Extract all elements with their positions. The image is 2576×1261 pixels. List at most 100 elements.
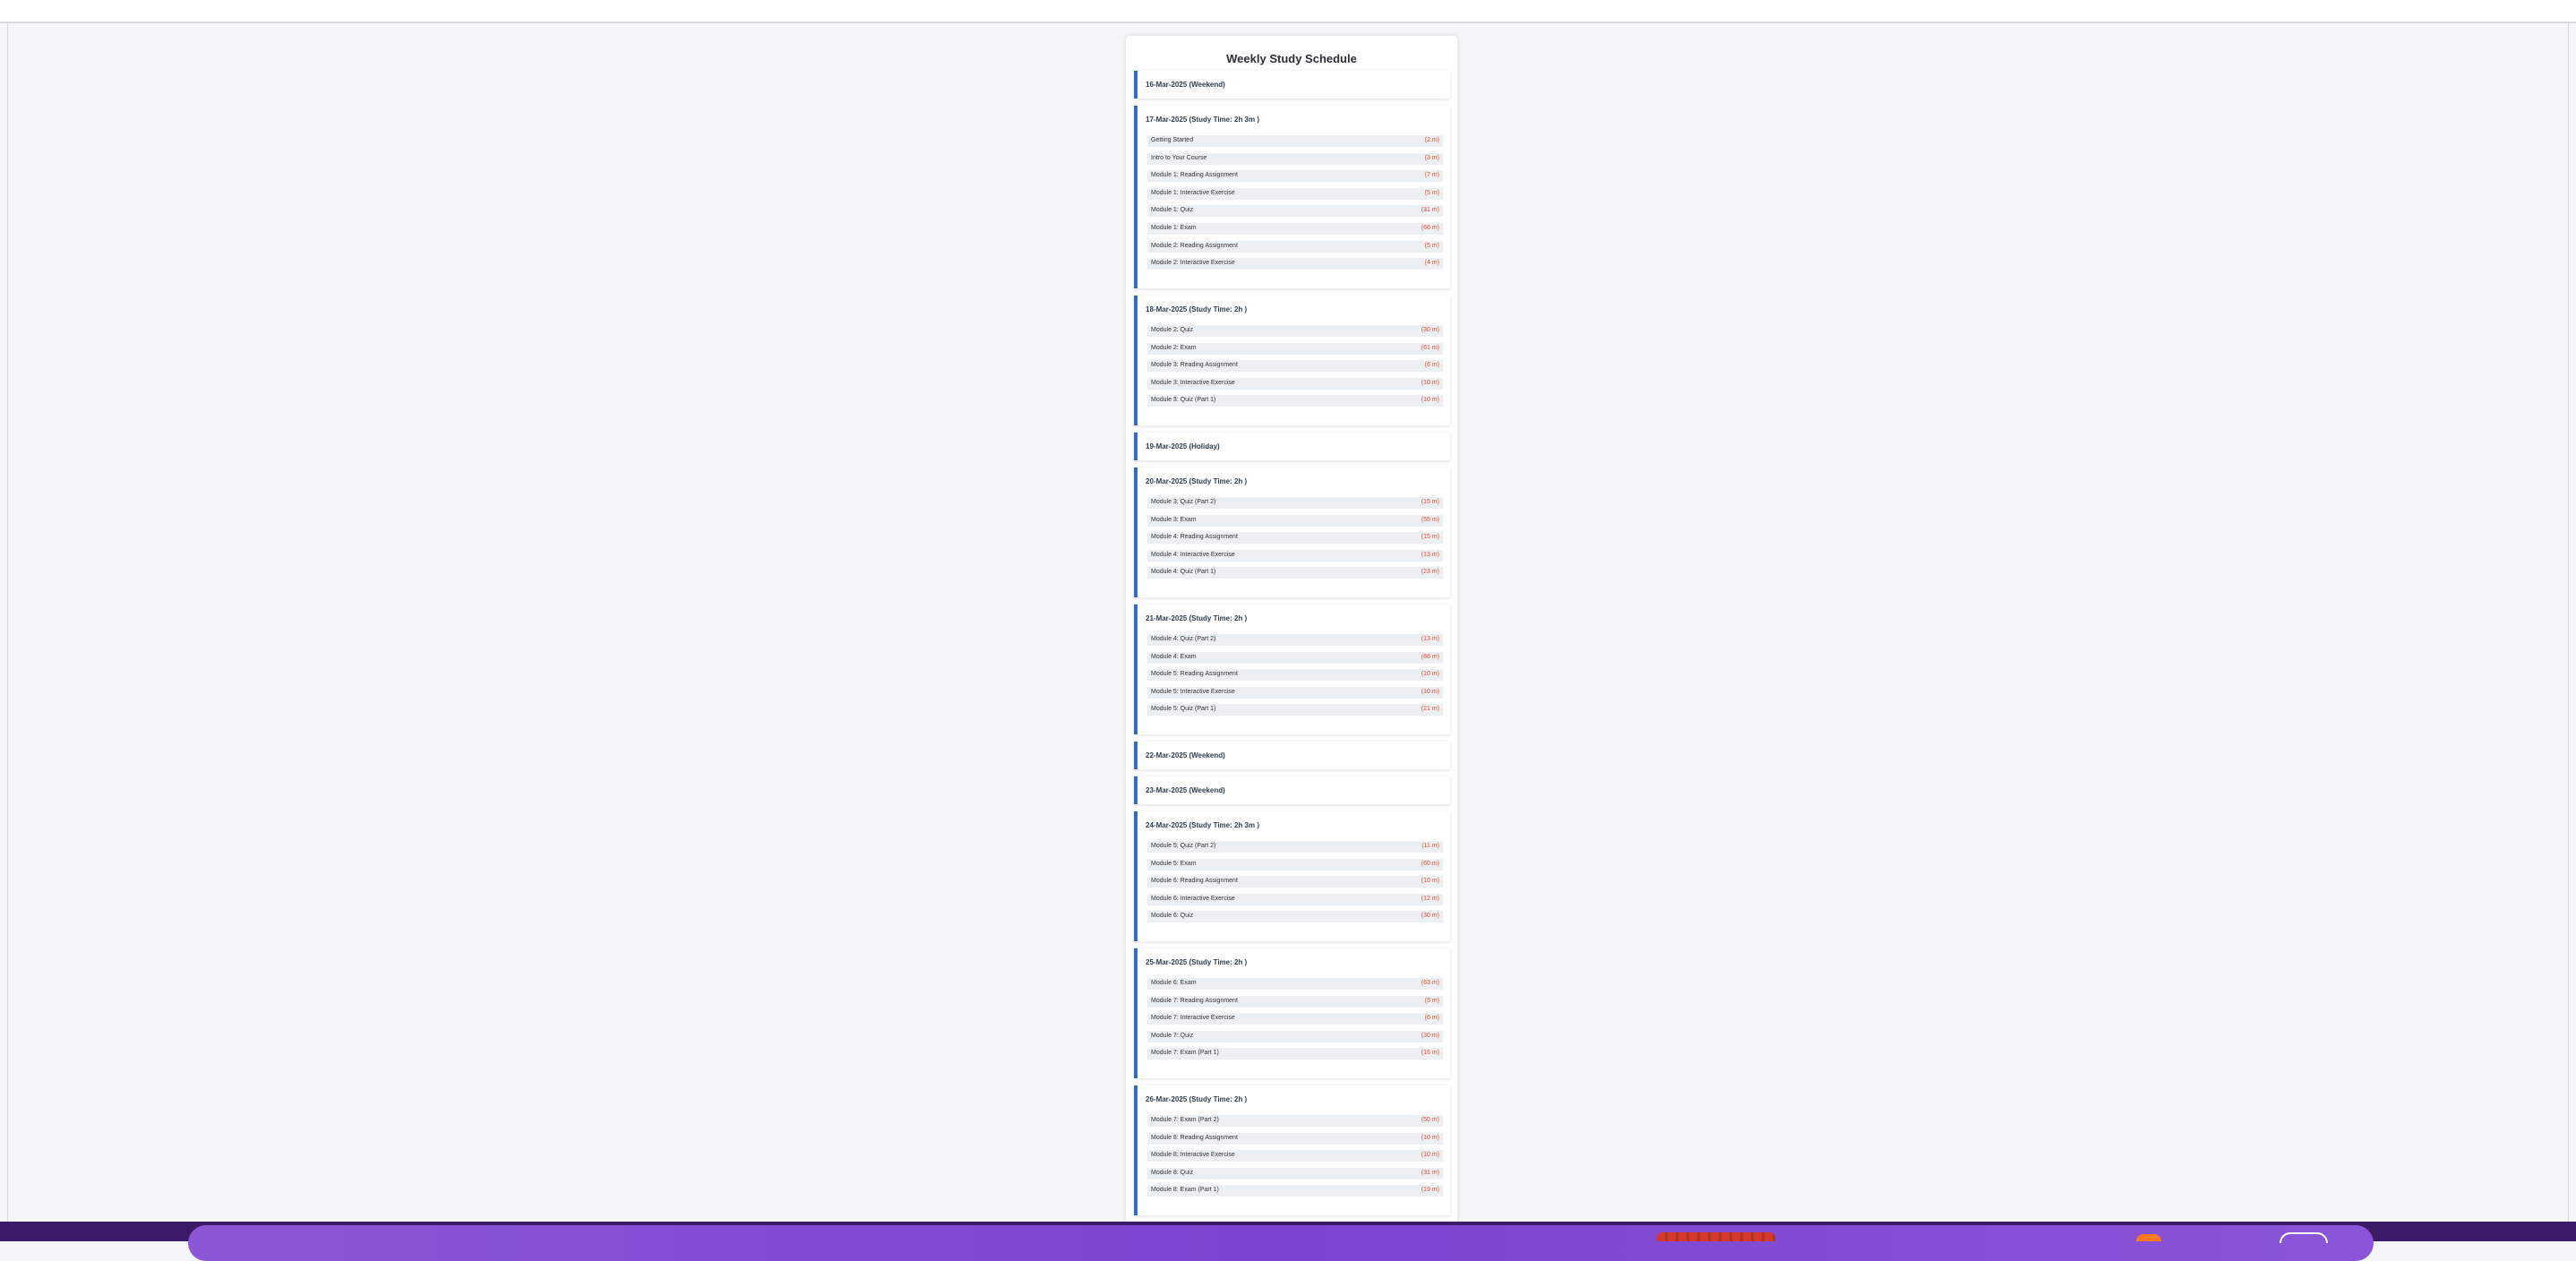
task-row: Module 8: Reading Assignment (10 m): [1147, 1133, 1443, 1145]
task-duration: (10 m): [1421, 1135, 1439, 1141]
task-duration: (10 m): [1421, 878, 1439, 884]
day-card: 18-Mar-2025 (Study Time: 2h ) Module 2: Q…: [1134, 296, 1450, 425]
hearts-icon: [1657, 1232, 1775, 1241]
task-row: Module 8: Interactive Exercise (10 m): [1147, 1150, 1443, 1162]
task-duration: (63 m): [1421, 980, 1439, 986]
task-row: Module 6: Reading Assignment (10 m): [1147, 876, 1443, 888]
task-duration: (31 m): [1421, 1170, 1439, 1176]
task-duration: (66 m): [1421, 225, 1439, 231]
task-row: Module 3: Exam (55 m): [1147, 515, 1443, 527]
task-row: Module 6: Exam (63 m): [1147, 978, 1443, 990]
task-duration: (21 m): [1421, 706, 1439, 712]
logo-icon: [2280, 1232, 2328, 1243]
task-name: Module 8: Quiz: [1151, 1170, 1194, 1176]
task-duration: (10 m): [1421, 671, 1439, 677]
day-title: 20-Mar-2025 (Study Time: 2h ): [1146, 477, 1248, 485]
task-duration: (55 m): [1421, 517, 1439, 523]
task-duration: (50 m): [1421, 1117, 1439, 1123]
task-duration: (4 m): [1424, 260, 1439, 266]
task-row: Module 4: Exam (66 m): [1147, 652, 1443, 664]
task-duration: (6 m): [1424, 362, 1439, 368]
day-card: 24-Mar-2025 (Study Time: 2h 3m ) Module 5…: [1134, 811, 1450, 941]
task-duration: (31 m): [1421, 207, 1439, 213]
task-duration: (30 m): [1421, 1033, 1439, 1039]
browser-top-bar: [0, 0, 2576, 23]
task-name: Module 3: Exam: [1151, 517, 1197, 523]
task-duration: (30 m): [1421, 327, 1439, 333]
task-name: Module 3: Quiz (Part 2): [1151, 499, 1216, 505]
task-duration: (12 m): [1421, 896, 1439, 902]
day-title: 19-Mar-2025 (Holiday): [1146, 442, 1220, 450]
task-duration: (7 m): [1424, 172, 1439, 178]
right-divider: [2568, 21, 2569, 1222]
task-row: Getting Started (2 m): [1147, 135, 1443, 147]
task-name: Module 5: Quiz (Part 1): [1151, 706, 1216, 712]
task-duration: (23 m): [1421, 569, 1439, 575]
task-name: Module 6: Reading Assignment: [1151, 878, 1238, 884]
task-name: Module 5: Reading Assignment: [1151, 671, 1238, 677]
task-row: Module 7: Exam (Part 1) (16 m): [1147, 1048, 1443, 1059]
task-row: Module 2: Reading Assignment (5 m): [1147, 241, 1443, 253]
task-row: Module 3: Reading Assignment (6 m): [1147, 360, 1443, 372]
task-name: Module 2: Interactive Exercise: [1151, 260, 1235, 266]
day-card: 21-Mar-2025 (Study Time: 2h ) Module 4: Q…: [1134, 605, 1450, 734]
day-title: 24-Mar-2025 (Study Time: 2h 3m ): [1146, 821, 1260, 829]
task-row: Module 4: Quiz (Part 1) (23 m): [1147, 567, 1443, 579]
task-duration: (13 m): [1421, 552, 1439, 558]
task-name: Module 4: Exam: [1151, 654, 1197, 660]
task-row: Module 7: Reading Assignment (5 m): [1147, 996, 1443, 1008]
day-card: 26-Mar-2025 (Study Time: 2h ) Module 7: E…: [1134, 1085, 1450, 1215]
task-row: Module 5: Quiz (Part 2) (11 m): [1147, 841, 1443, 853]
task-duration: (61 m): [1421, 345, 1439, 351]
task-duration: (10 m): [1421, 380, 1439, 386]
task-row: Module 1: Interactive Exercise (5 m): [1147, 188, 1443, 200]
task-duration: (2 m): [1424, 137, 1439, 143]
task-row: Module 5: Interactive Exercise (10 m): [1147, 687, 1443, 699]
task-row: Module 4: Quiz (Part 2) (13 m): [1147, 634, 1443, 646]
task-name: Module 7: Interactive Exercise: [1151, 1015, 1235, 1021]
task-name: Module 6: Exam: [1151, 980, 1197, 986]
task-name: Module 2: Exam: [1151, 345, 1197, 351]
task-row: Module 3: Quiz (Part 1) (10 m): [1147, 395, 1443, 407]
task-name: Module 7: Exam (Part 1): [1151, 1050, 1219, 1056]
task-duration: (30 m): [1421, 913, 1439, 919]
task-name: Module 6: Interactive Exercise: [1151, 896, 1235, 902]
task-name: Module 2: Reading Assignment: [1151, 243, 1238, 249]
task-name: Module 4: Reading Assignment: [1151, 534, 1238, 540]
task-duration: (10 m): [1421, 397, 1439, 403]
task-row: Module 4: Reading Assignment (15 m): [1147, 532, 1443, 544]
task-name: Module 8: Exam (Part 1): [1151, 1187, 1219, 1193]
task-row: Module 4: Interactive Exercise (13 m): [1147, 550, 1443, 562]
task-duration: (6 m): [1424, 1015, 1439, 1021]
day-card: 19-Mar-2025 (Holiday): [1134, 433, 1450, 460]
task-name: Module 4: Quiz (Part 2): [1151, 636, 1216, 642]
task-name: Module 8: Reading Assignment: [1151, 1135, 1238, 1141]
task-name: Module 5: Quiz (Part 2): [1151, 843, 1216, 849]
task-row: Module 6: Interactive Exercise (12 m): [1147, 894, 1443, 905]
task-name: Module 3: Quiz (Part 1): [1151, 397, 1216, 403]
task-name: Module 7: Exam (Part 2): [1151, 1117, 1219, 1123]
task-name: Module 2: Quiz: [1151, 327, 1194, 333]
day-card: 25-Mar-2025 (Study Time: 2h ) Module 6: E…: [1134, 948, 1450, 1078]
task-row: Module 1: Quiz (31 m): [1147, 205, 1443, 217]
task-row: Module 2: Quiz (30 m): [1147, 325, 1443, 337]
task-row: Module 1: Reading Assignment (7 m): [1147, 170, 1443, 182]
task-name: Module 3: Interactive Exercise: [1151, 380, 1235, 386]
task-name: Module 6: Quiz: [1151, 913, 1194, 919]
task-row: Module 7: Interactive Exercise (6 m): [1147, 1013, 1443, 1025]
task-row: Module 2: Interactive Exercise (4 m): [1147, 258, 1443, 270]
task-name: Module 4: Quiz (Part 1): [1151, 569, 1216, 575]
task-row: Module 6: Quiz (30 m): [1147, 911, 1443, 922]
task-duration: (5 m): [1424, 190, 1439, 196]
task-duration: (15 m): [1421, 534, 1439, 540]
task-duration: (19 m): [1421, 1187, 1439, 1193]
task-row: Module 3: Quiz (Part 2) (15 m): [1147, 497, 1443, 509]
day-card: 17-Mar-2025 (Study Time: 2h 3m ) Getting …: [1134, 106, 1450, 288]
day-title: 26-Mar-2025 (Study Time: 2h ): [1146, 1095, 1248, 1103]
task-duration: (10 m): [1421, 1152, 1439, 1158]
left-divider: [7, 21, 8, 1222]
task-name: Intro to Your Course: [1151, 155, 1207, 161]
day-title: 18-Mar-2025 (Study Time: 2h ): [1146, 305, 1248, 313]
badge-icon: [2136, 1234, 2161, 1241]
task-row: Module 8: Exam (Part 1) (19 m): [1147, 1185, 1443, 1197]
